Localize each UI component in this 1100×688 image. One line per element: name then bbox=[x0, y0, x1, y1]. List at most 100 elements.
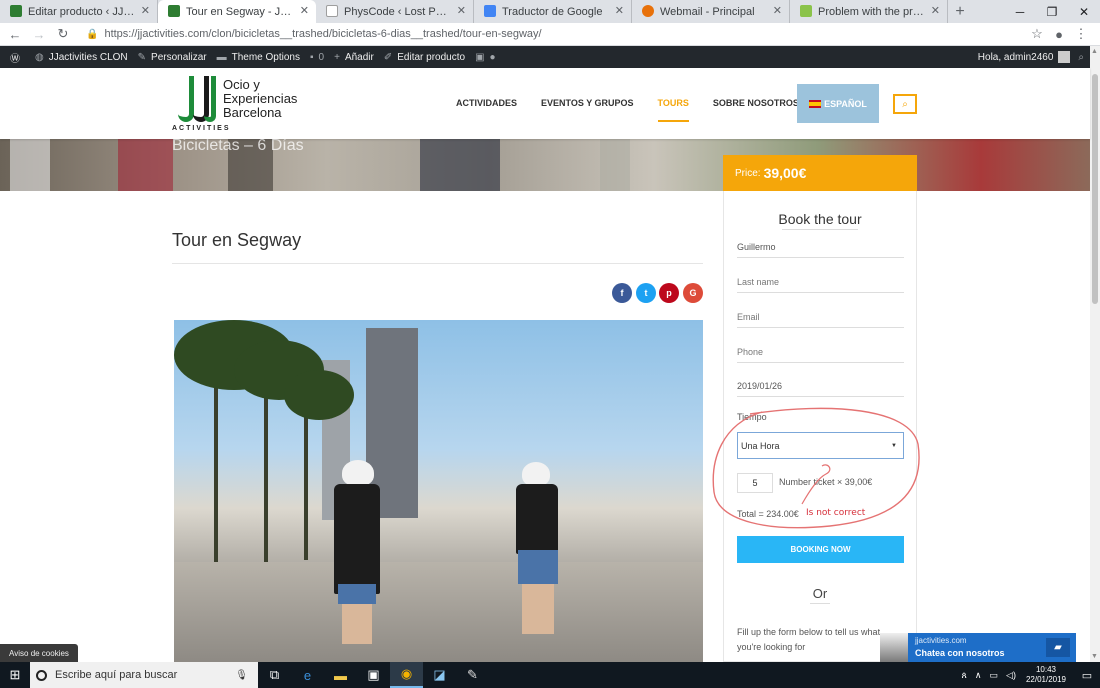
total-price: Total = 234.00€ bbox=[737, 509, 799, 519]
twitter-share-icon[interactable]: t bbox=[636, 283, 656, 303]
browser-tab[interactable]: PhysCode ‹ Lost Password ✕ bbox=[316, 0, 474, 23]
nav-actividades[interactable]: ACTIVIDADES bbox=[456, 84, 517, 122]
webmail-icon bbox=[642, 5, 654, 17]
language-switcher[interactable]: ESPAÑOL bbox=[797, 84, 879, 123]
browser-tab-active[interactable]: Tour en Segway - JJactivities CLO ✕ bbox=[158, 0, 316, 23]
nav-eventos-y-grupos[interactable]: EVENTOS Y GRUPOS bbox=[541, 84, 634, 122]
close-tab-icon[interactable]: ✕ bbox=[457, 4, 466, 17]
site-logo[interactable]: Ocio y Experiencias Barcelona ACTIVITIES bbox=[172, 76, 302, 134]
logo-line-2: Experiencias bbox=[223, 91, 298, 106]
photo-rider bbox=[518, 550, 558, 584]
reload-icon[interactable]: ↻ bbox=[54, 26, 72, 42]
tab-label: PhysCode ‹ Lost Password bbox=[344, 5, 451, 18]
chat-widget[interactable]: jjactivities.com Chatea con nosotros ▰ bbox=[908, 633, 1076, 662]
google-plus-share-icon[interactable]: G bbox=[683, 283, 703, 303]
logo-line-3: Barcelona bbox=[223, 105, 282, 120]
close-tab-icon[interactable]: ✕ bbox=[931, 4, 940, 17]
forward-arrow-icon[interactable]: → bbox=[30, 27, 48, 42]
admin-customize[interactable]: ✎ Personalizar bbox=[138, 52, 207, 63]
avatar[interactable] bbox=[1058, 51, 1071, 63]
browser-tab[interactable]: Traductor de Google ✕ bbox=[474, 0, 632, 23]
logo-tagline: ACTIVITIES bbox=[172, 125, 231, 132]
people-icon[interactable]: ጰ bbox=[962, 670, 967, 681]
bookmark-star-icon[interactable]: ☆ bbox=[1026, 26, 1048, 42]
admin-add-new[interactable]: + Añadir bbox=[334, 52, 374, 63]
close-tab-icon[interactable]: ✕ bbox=[773, 4, 782, 17]
photo-rider bbox=[522, 462, 550, 486]
new-tab-button[interactable]: + bbox=[948, 0, 972, 23]
microphone-icon[interactable]: 🎙 bbox=[235, 670, 248, 681]
photo-promenade bbox=[174, 562, 703, 662]
page-banner: Bicicletas – 6 Días bbox=[0, 139, 1090, 191]
close-window-icon[interactable]: ✕ bbox=[1068, 0, 1100, 23]
tiempo-select[interactable]: Una Hora ▼ bbox=[737, 432, 904, 459]
back-arrow-icon[interactable]: ← bbox=[6, 27, 24, 42]
page-scrollbar[interactable]: ▲ ▼ bbox=[1090, 46, 1100, 662]
close-tab-icon[interactable]: ✕ bbox=[141, 4, 150, 17]
scroll-up-arrow-icon[interactable]: ▲ bbox=[1091, 48, 1098, 55]
photo-rider bbox=[342, 460, 374, 486]
banner-photo bbox=[600, 139, 630, 191]
browser-tab[interactable]: Editar producto ‹ JJactivities CLO ✕ bbox=[0, 0, 158, 23]
chrome-icon[interactable]: ◉ bbox=[390, 662, 423, 688]
admin-edit-product[interactable]: ✐ Editar producto bbox=[384, 52, 465, 63]
tab-label: Traductor de Google bbox=[502, 5, 603, 18]
nav-sobre-nosotros[interactable]: SOBRE NOSOTROS bbox=[713, 84, 799, 122]
photo-rider bbox=[334, 484, 380, 594]
taskbar-clock[interactable]: 10:43 22/01/2019 bbox=[1026, 665, 1066, 685]
first-name-field[interactable]: Guillermo bbox=[737, 236, 904, 258]
phone-field[interactable]: Phone bbox=[737, 341, 904, 363]
minimize-icon[interactable]: ─ bbox=[1004, 0, 1036, 23]
admin-visual-composer[interactable]: ▣ ● bbox=[475, 52, 501, 63]
price-bar: Price: 39,00€ bbox=[723, 155, 917, 191]
admin-theme-options[interactable]: ▬ Theme Options bbox=[217, 52, 300, 63]
edge-icon[interactable]: e bbox=[291, 662, 324, 688]
email-field[interactable]: Email bbox=[737, 306, 904, 328]
tray-chevron-icon[interactable]: ∧ bbox=[975, 670, 982, 681]
scroll-down-arrow-icon[interactable]: ▼ bbox=[1091, 653, 1098, 660]
admin-search-icon[interactable]: ⌕ bbox=[1078, 52, 1084, 63]
url-field[interactable]: 🔒 https://jjactivities.com/clon/biciclet… bbox=[86, 25, 1026, 44]
last-name-field[interactable]: Last name bbox=[737, 271, 904, 293]
add-new-label: Añadir bbox=[344, 51, 374, 63]
paint-app-icon[interactable]: ✎ bbox=[456, 662, 489, 688]
page-title: Tour en Segway bbox=[172, 230, 302, 250]
close-tab-icon[interactable]: ✕ bbox=[615, 4, 624, 17]
admin-comments[interactable]: ▪ 0 bbox=[310, 52, 324, 63]
photo-rider bbox=[338, 584, 376, 604]
scrollbar-thumb[interactable] bbox=[1092, 74, 1098, 304]
chat-avatar[interactable] bbox=[880, 633, 908, 662]
booking-now-button[interactable]: BOOKING NOW bbox=[737, 536, 904, 563]
browser-tab[interactable]: Webmail - Principal ✕ bbox=[632, 0, 790, 23]
restore-icon[interactable]: ❐ bbox=[1036, 0, 1068, 23]
share-glyph: f bbox=[620, 288, 624, 298]
facebook-share-icon[interactable]: f bbox=[612, 283, 632, 303]
menu-dots-icon[interactable]: ⋮ bbox=[1070, 26, 1092, 42]
admin-site-name[interactable]: ◍ JJactivities CLON bbox=[35, 52, 128, 63]
nav-tours[interactable]: TOURS bbox=[657, 84, 690, 122]
profile-icon[interactable]: ● bbox=[1048, 27, 1070, 42]
close-tab-icon[interactable]: ✕ bbox=[300, 4, 309, 17]
photo-app-icon[interactable]: ◪ bbox=[423, 662, 456, 688]
ticket-quantity-input[interactable]: 5 bbox=[737, 473, 773, 493]
logo-text: Ocio y Experiencias Barcelona bbox=[223, 78, 297, 120]
taskbar-search[interactable]: Escribe aquí para buscar 🎙 bbox=[30, 662, 258, 688]
wordpress-logo-icon[interactable]: Ⓦ bbox=[10, 50, 25, 65]
dropdown-caret-icon: ▼ bbox=[891, 442, 897, 449]
address-bar: ← → ↻ 🔒 https://jjactivities.com/clon/bi… bbox=[0, 23, 1100, 46]
windows-start-icon[interactable]: ⊞ bbox=[0, 667, 30, 683]
network-icon[interactable]: ▭ bbox=[990, 670, 999, 681]
site-search-button[interactable]: ⌕ bbox=[893, 94, 917, 114]
task-view-icon[interactable]: ⧉ bbox=[258, 662, 291, 688]
browser-tab[interactable]: Problem with the price variation ✕ bbox=[790, 0, 948, 23]
store-icon[interactable]: ▣ bbox=[357, 662, 390, 688]
pinterest-share-icon[interactable]: p bbox=[659, 283, 679, 303]
admin-greeting[interactable]: Hola, admin2460 bbox=[978, 52, 1054, 63]
notification-icon[interactable]: ▭ bbox=[1074, 669, 1100, 682]
product-photo[interactable] bbox=[174, 320, 703, 662]
volume-icon[interactable]: ◁) bbox=[1006, 670, 1016, 681]
photo-rider bbox=[342, 604, 372, 644]
cookie-notice[interactable]: Aviso de cookies bbox=[0, 644, 78, 662]
file-explorer-icon[interactable]: ▬ bbox=[324, 662, 357, 688]
date-field[interactable]: 2019/01/26 bbox=[737, 375, 904, 397]
